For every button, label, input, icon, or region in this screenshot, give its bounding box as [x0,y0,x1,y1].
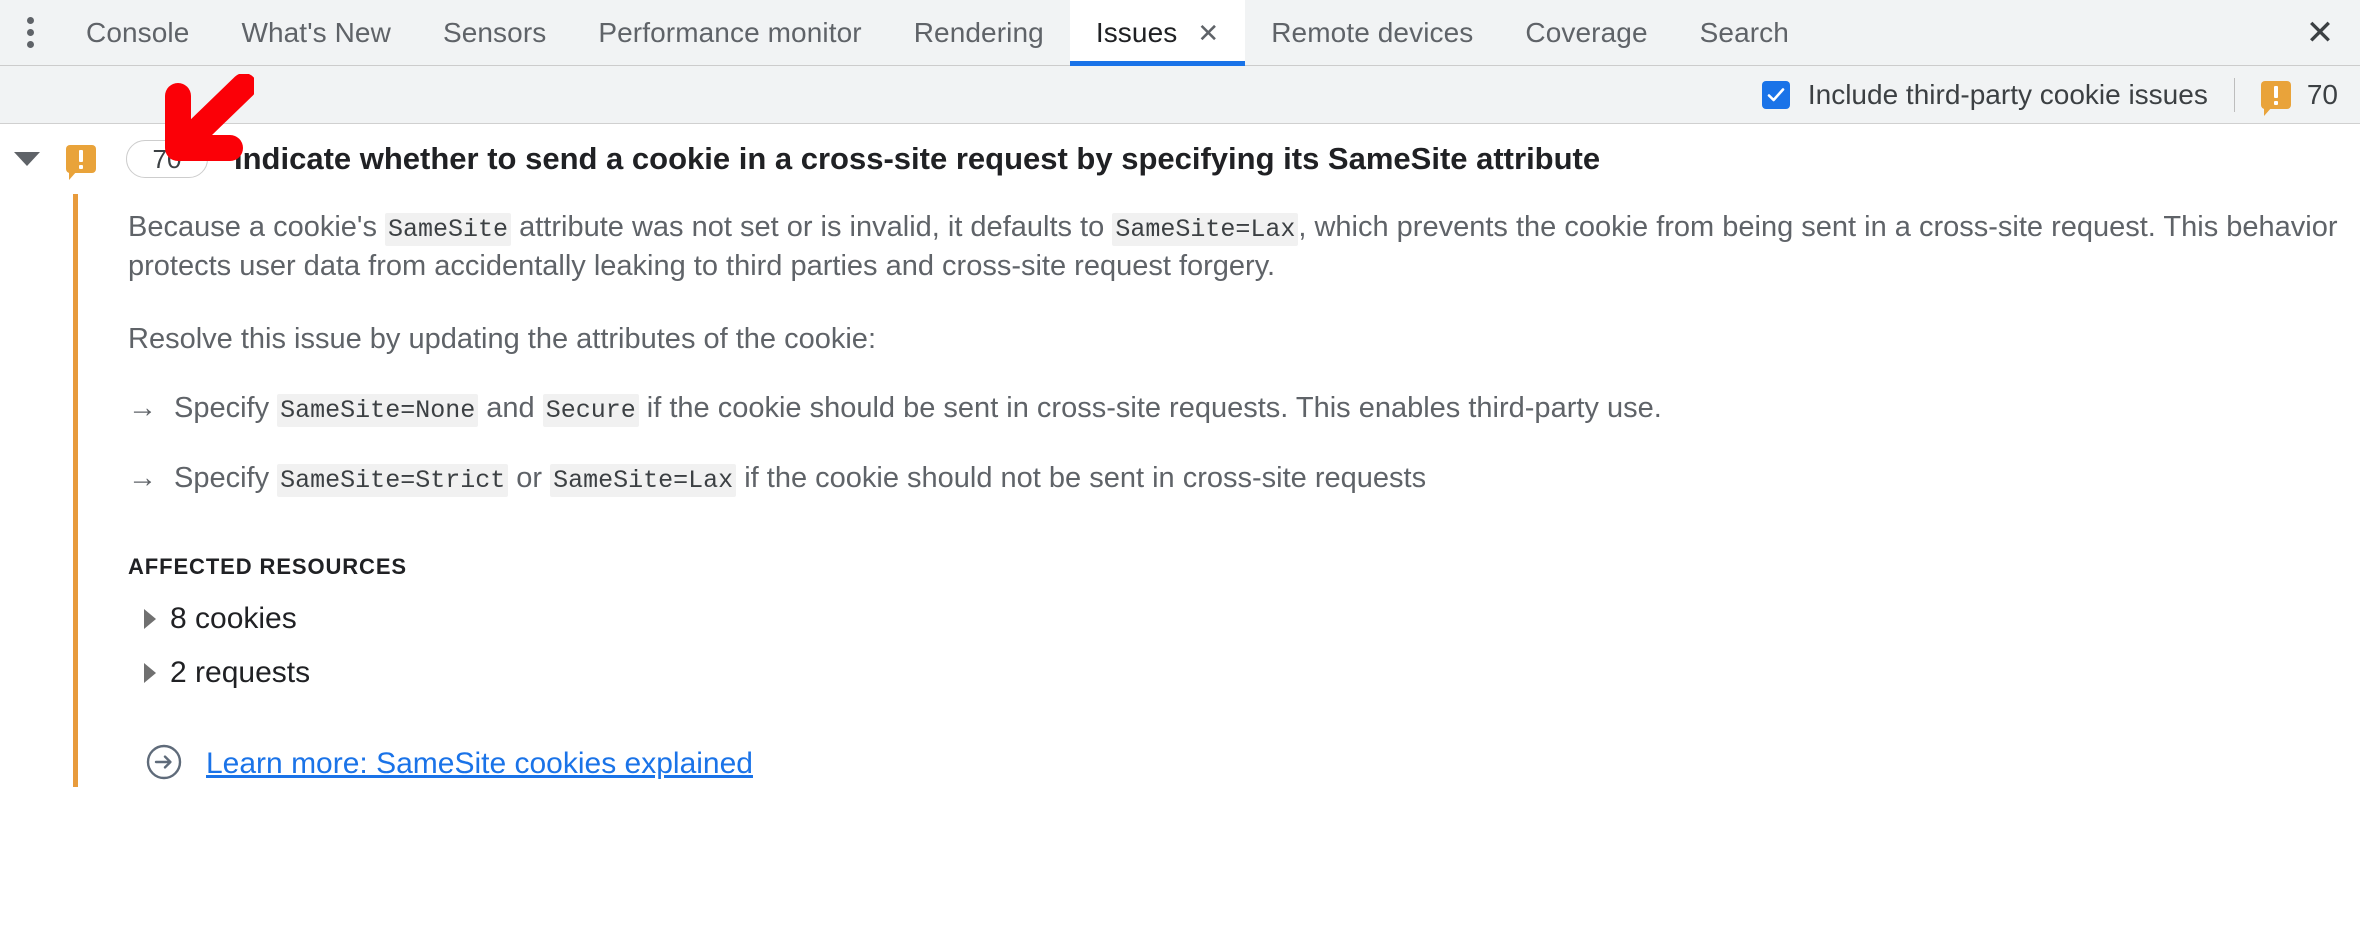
learn-more-link[interactable]: Learn more: SameSite cookies explained [206,747,753,781]
chevron-right-icon[interactable] [144,662,156,683]
bullet-1-text-2: and [478,392,543,425]
devtools-tab-bar: Console What's New Sensors Performance m… [0,0,2360,66]
bullet-2-text-1: Specify [174,461,278,494]
checkbox-label: Include third-party cookie issues [1807,78,2208,110]
checkmark-icon [1761,80,1790,109]
bullet-1-text-1: Specify [174,392,278,425]
resource-label: 2 requests [170,655,311,689]
arrow-right-icon: → [128,392,157,425]
tab-console[interactable]: Console [60,0,215,65]
bullet-2-text-2: or [508,461,551,494]
close-panel-icon[interactable]: ✕ [2280,0,2360,65]
code-samesite: SameSite [385,213,512,246]
code-samesite-lax: SameSite=Lax [550,463,737,497]
tab-label: Search [1699,16,1789,48]
tab-search[interactable]: Search [1674,0,1815,65]
affected-resource-cookies[interactable]: 8 cookies [144,602,2360,636]
desc-text-1: Because a cookie's [128,211,386,243]
tab-issues[interactable]: Issues ✕ [1069,0,1246,66]
chevron-right-icon[interactable] [144,608,156,629]
affected-resources-heading: AFFECTED RESOURCES [128,553,407,579]
arrow-right-icon: → [128,461,157,494]
include-third-party-cookie-issues-checkbox[interactable]: Include third-party cookie issues [1761,78,2208,111]
tab-label: Console [86,16,190,48]
tab-label: Performance monitor [598,16,862,48]
tab-label: Issues [1095,16,1178,48]
toolbar-divider [2233,77,2235,112]
code-samesite-lax: SameSite=Lax [1112,213,1299,246]
code-samesite-strict: SameSite=Strict [277,463,509,497]
tab-coverage[interactable]: Coverage [1499,0,1673,65]
affected-resource-requests[interactable]: 2 requests [144,656,2360,690]
bullet-1-content: Specify SameSite=None and Secure if the … [174,389,1662,428]
tab-remote-devices[interactable]: Remote devices [1245,0,1499,65]
warning-icon [66,145,96,180]
warning-icon [2260,80,2291,116]
warning-count-value: 70 [2306,78,2338,110]
tab-performance-monitor[interactable]: Performance monitor [572,0,887,65]
issue-count-badge: 70 [126,140,208,178]
tab-sensors[interactable]: Sensors [417,0,572,65]
code-samesite-none: SameSite=None [277,394,479,428]
tab-list: Console What's New Sensors Performance m… [60,0,2280,66]
tab-label: Rendering [913,16,1044,48]
bullet-2-content: Specify SameSite=Strict or SameSite=Lax … [174,459,1426,498]
close-icon[interactable]: ✕ [1197,20,1219,46]
kebab-dot [26,17,34,24]
tab-label: Coverage [1525,16,1648,48]
tab-label: Remote devices [1271,16,1474,48]
tab-rendering[interactable]: Rendering [888,0,1070,65]
issue-description-paragraph: Because a cookie's SameSite attribute wa… [128,208,2358,286]
issue-resolution-intro: Resolve this issue by updating the attri… [128,323,876,356]
warning-count-indicator[interactable]: 70 [2260,78,2338,116]
code-secure: Secure [542,394,639,428]
kebab-dot [26,29,34,36]
bullet-1-text-3: if the cookie should be sent in cross-si… [638,392,1662,425]
resource-label: 8 cookies [170,601,297,635]
issue-header-row[interactable]: 70 Indicate whether to send a cookie in … [0,124,2360,194]
kebab-dot [26,41,34,48]
issues-toolbar: Include third-party cookie issues 70 [0,66,2360,124]
desc-text-2: attribute was not set or is invalid, it … [511,211,1113,243]
arrow-circle-right-icon [144,742,184,787]
issue-detail-body: Because a cookie's SameSite attribute wa… [73,194,2360,787]
resolution-bullet-1: → Specify SameSite=None and Secure if th… [128,389,2360,428]
resolution-bullet-2: → Specify SameSite=Strict or SameSite=La… [128,459,2360,498]
tab-whats-new[interactable]: What's New [215,0,417,65]
tab-label: Sensors [442,16,547,48]
bullet-2-text-3: if the cookie should not be sent in cros… [736,461,1427,494]
chevron-down-icon[interactable] [14,152,40,166]
kebab-menu-icon[interactable] [0,0,60,65]
learn-more-link-row[interactable]: Learn more: SameSite cookies explained [144,742,753,787]
issue-title: Indicate whether to send a cookie in a c… [234,141,1601,176]
tab-label: What's New [241,16,391,48]
